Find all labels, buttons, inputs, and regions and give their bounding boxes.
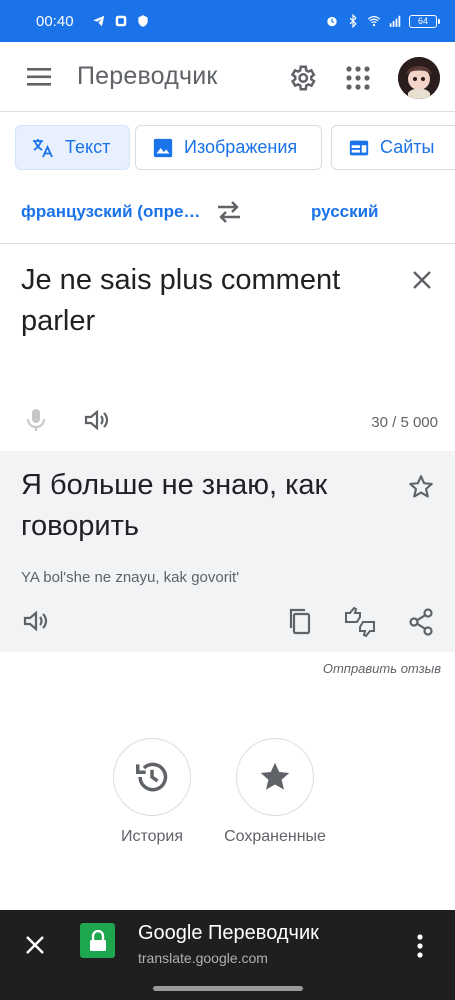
star-icon[interactable] [407,473,435,501]
saved-label: Сохраненные [224,828,326,845]
tab-text-label: Текст [65,137,111,157]
saved-shortcut[interactable]: Сохраненные [215,738,335,846]
image-icon [153,138,173,157]
signal-icon [389,15,401,27]
app-icon [115,15,126,27]
target-language-button[interactable]: русский [311,202,379,222]
shield-icon [137,15,148,27]
share-icon[interactable] [408,608,434,636]
send-feedback-link[interactable]: Отправить отзыв [323,661,441,676]
battery-icon: 64 [409,14,440,28]
tab-page-title: Google Переводчик [138,922,319,944]
lock-icon [80,923,115,958]
rate-translation-icon[interactable] [343,607,377,637]
source-language-button[interactable]: французский (опре… [21,202,200,222]
mode-chips: Текст Изображения Сайты [0,112,455,182]
status-time: 00:40 [36,12,74,30]
padlock-icon [89,929,106,951]
status-bar: 00:40 64 [0,0,455,42]
app-title: Переводчик [77,62,218,90]
swap-languages-icon[interactable] [214,199,244,225]
speaker-icon[interactable] [22,609,50,633]
settings-icon[interactable] [287,63,317,93]
history-label: История [120,828,184,845]
transliteration: YA bol'she ne znayu, kak govorit' [21,569,240,586]
tab-sites[interactable]: Сайты [331,125,455,170]
history-shortcut[interactable]: История [92,738,212,846]
apps-grid-icon[interactable] [345,65,371,91]
more-vert-icon[interactable] [412,932,428,960]
star-icon [260,762,290,790]
tab-images[interactable]: Изображения [135,125,322,170]
gesture-bar [0,982,455,1000]
custom-tab-bar: Google Переводчик translate.google.com [0,910,455,982]
source-input-area[interactable]: Je ne sais plus comment parler 30 / 5 00… [0,244,455,451]
saved-button[interactable] [236,738,314,816]
avatar-image [398,57,440,99]
status-bar-left: 00:40 [36,13,150,30]
telegram-icon [92,15,104,27]
copy-icon[interactable] [287,607,313,635]
tab-images-label: Изображения [184,137,298,157]
history-button[interactable] [113,738,191,816]
web-icon [349,140,369,155]
avatar[interactable] [398,57,440,99]
mic-icon[interactable] [24,407,48,433]
tab-sites-label: Сайты [380,137,435,157]
source-text[interactable]: Je ne sais plus comment parler [21,260,391,342]
speaker-icon[interactable] [83,408,111,432]
character-count: 30 / 5 000 [371,414,438,431]
close-icon[interactable] [409,267,435,293]
translation-text: Я больше не знаю, как говорить [21,469,328,542]
language-selector: французский (опре… русский [0,182,455,244]
home-indicator[interactable] [153,986,303,991]
menu-icon[interactable] [24,64,58,90]
translate-icon [33,138,53,157]
history-icon [136,762,168,792]
top-app-bar: Переводчик [0,42,455,112]
close-icon[interactable] [24,934,46,956]
status-bar-right: 64 [325,14,440,28]
translation-output-card: Я больше не знаю, как говорить YA bol'sh… [0,451,455,652]
tab-text[interactable]: Текст [15,125,130,170]
wifi-icon [367,16,381,27]
tab-page-url: translate.google.com [138,950,268,966]
bluetooth-icon [349,14,357,28]
alarm-icon [327,16,337,27]
